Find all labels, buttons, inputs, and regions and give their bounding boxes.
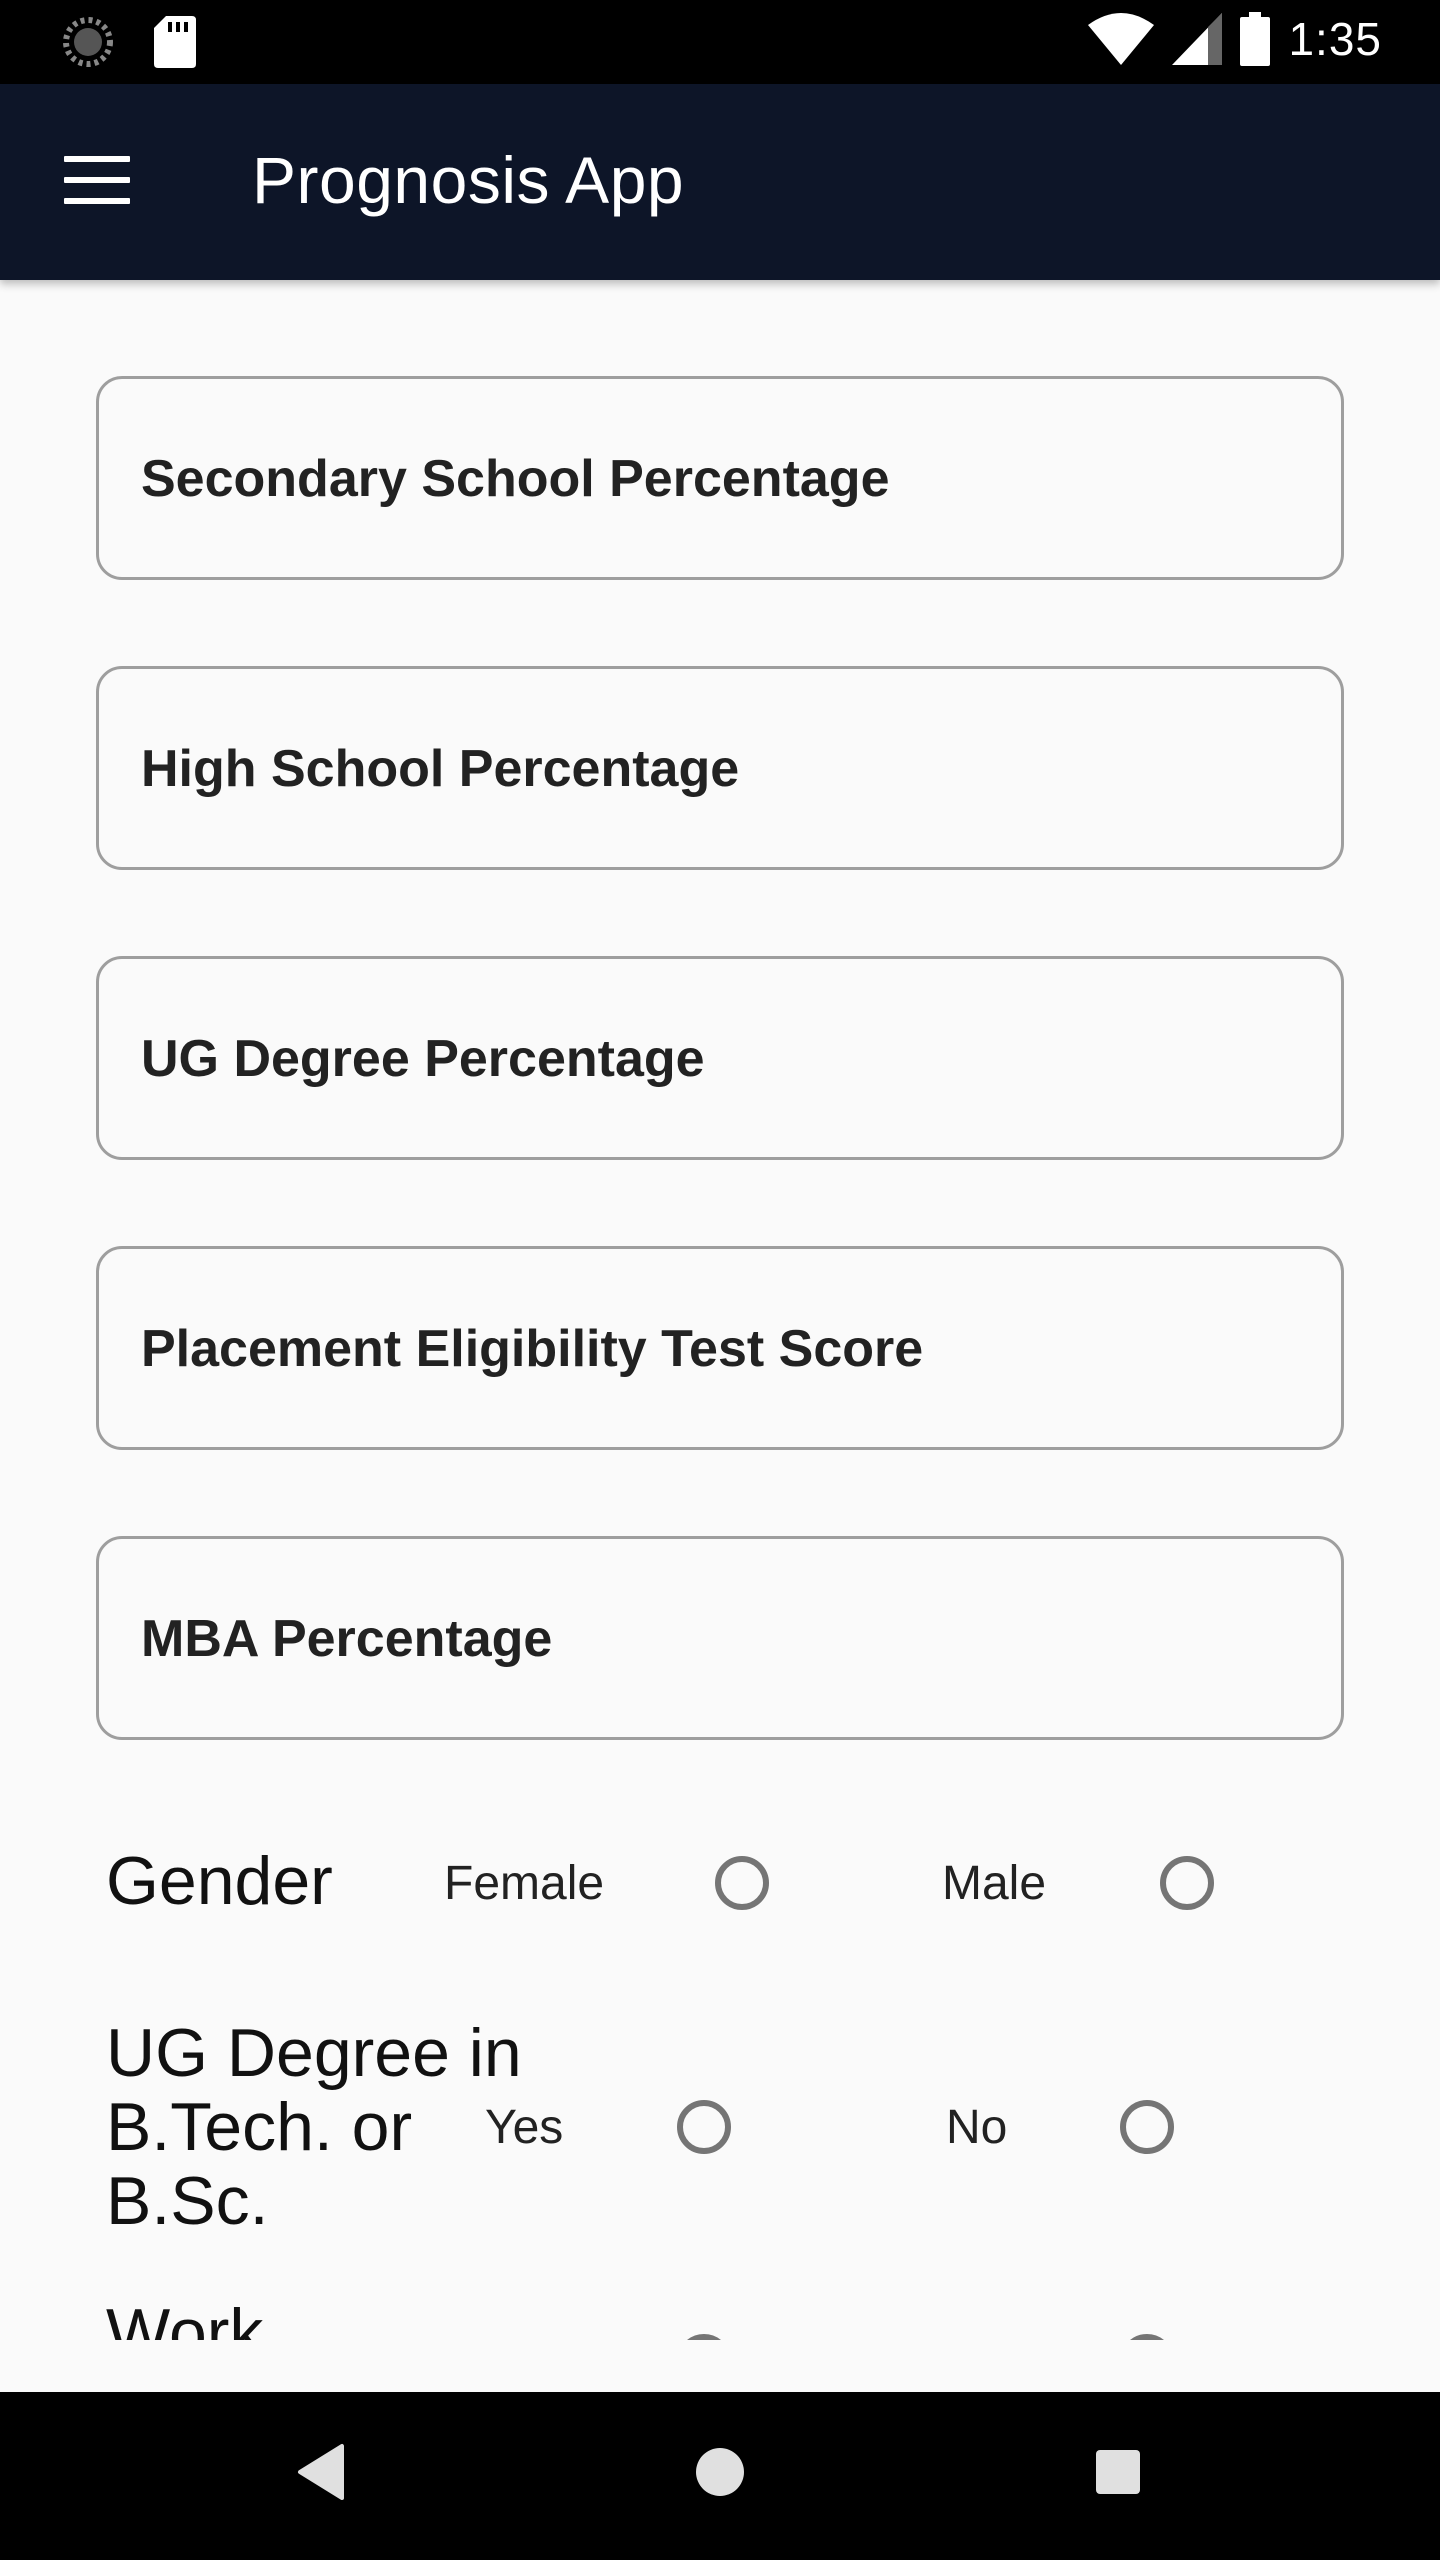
mba-percentage-input[interactable] bbox=[139, 1539, 1303, 1739]
high-school-percentage-input[interactable] bbox=[139, 669, 1303, 869]
secondary-school-percentage-field[interactable] bbox=[96, 376, 1344, 580]
ug-degree-label-line1: UG Degree in bbox=[106, 2015, 522, 2091]
hamburger-menu-icon[interactable] bbox=[64, 156, 130, 206]
ug-degree-percentage-input[interactable] bbox=[139, 959, 1303, 1159]
status-bar: 1:35 bbox=[0, 0, 1440, 84]
gender-label: Gender bbox=[106, 1843, 333, 1919]
work-yes-radio[interactable] bbox=[677, 2334, 731, 2340]
placement-test-score-input[interactable] bbox=[139, 1249, 1303, 1449]
male-radio[interactable] bbox=[1160, 1856, 1214, 1910]
ug-degree-label-line2: B.Tech. or bbox=[106, 2089, 413, 2165]
yes-radio[interactable] bbox=[677, 2100, 731, 2154]
app-title: Prognosis App bbox=[252, 143, 685, 217]
mba-percentage-field[interactable] bbox=[96, 1536, 1344, 1740]
no-radio[interactable] bbox=[1120, 2100, 1174, 2154]
wifi-icon bbox=[1088, 13, 1155, 65]
status-time: 1:35 bbox=[1288, 13, 1382, 65]
secondary-school-percentage-input[interactable] bbox=[139, 379, 1303, 579]
work-experience-label: Work bbox=[106, 2295, 264, 2340]
female-label: Female bbox=[444, 1857, 605, 1910]
placement-test-score-field[interactable] bbox=[96, 1246, 1344, 1450]
sd-card-icon bbox=[154, 16, 196, 68]
navigation-bar bbox=[0, 2392, 1440, 2560]
ug-degree-label-line3: B.Sc. bbox=[106, 2163, 269, 2239]
form-content: Gender Female Male UG Degree in B.Tech. … bbox=[0, 280, 1440, 2340]
ug-degree-percentage-field[interactable] bbox=[96, 956, 1344, 1160]
male-label: Male bbox=[942, 1857, 1047, 1910]
loading-icon bbox=[63, 17, 113, 67]
high-school-percentage-field[interactable] bbox=[96, 666, 1344, 870]
app-bar: Prognosis App bbox=[0, 84, 1440, 280]
back-triangle-icon[interactable] bbox=[296, 2442, 346, 2502]
signal-icon bbox=[1172, 13, 1223, 65]
recents-square-icon[interactable] bbox=[1096, 2442, 1140, 2502]
no-label: No bbox=[946, 2101, 1008, 2154]
work-no-radio[interactable] bbox=[1120, 2334, 1174, 2340]
home-circle-icon[interactable] bbox=[694, 2442, 746, 2502]
battery-icon bbox=[1240, 12, 1271, 66]
female-radio[interactable] bbox=[715, 1856, 769, 1910]
yes-label: Yes bbox=[485, 2101, 564, 2154]
